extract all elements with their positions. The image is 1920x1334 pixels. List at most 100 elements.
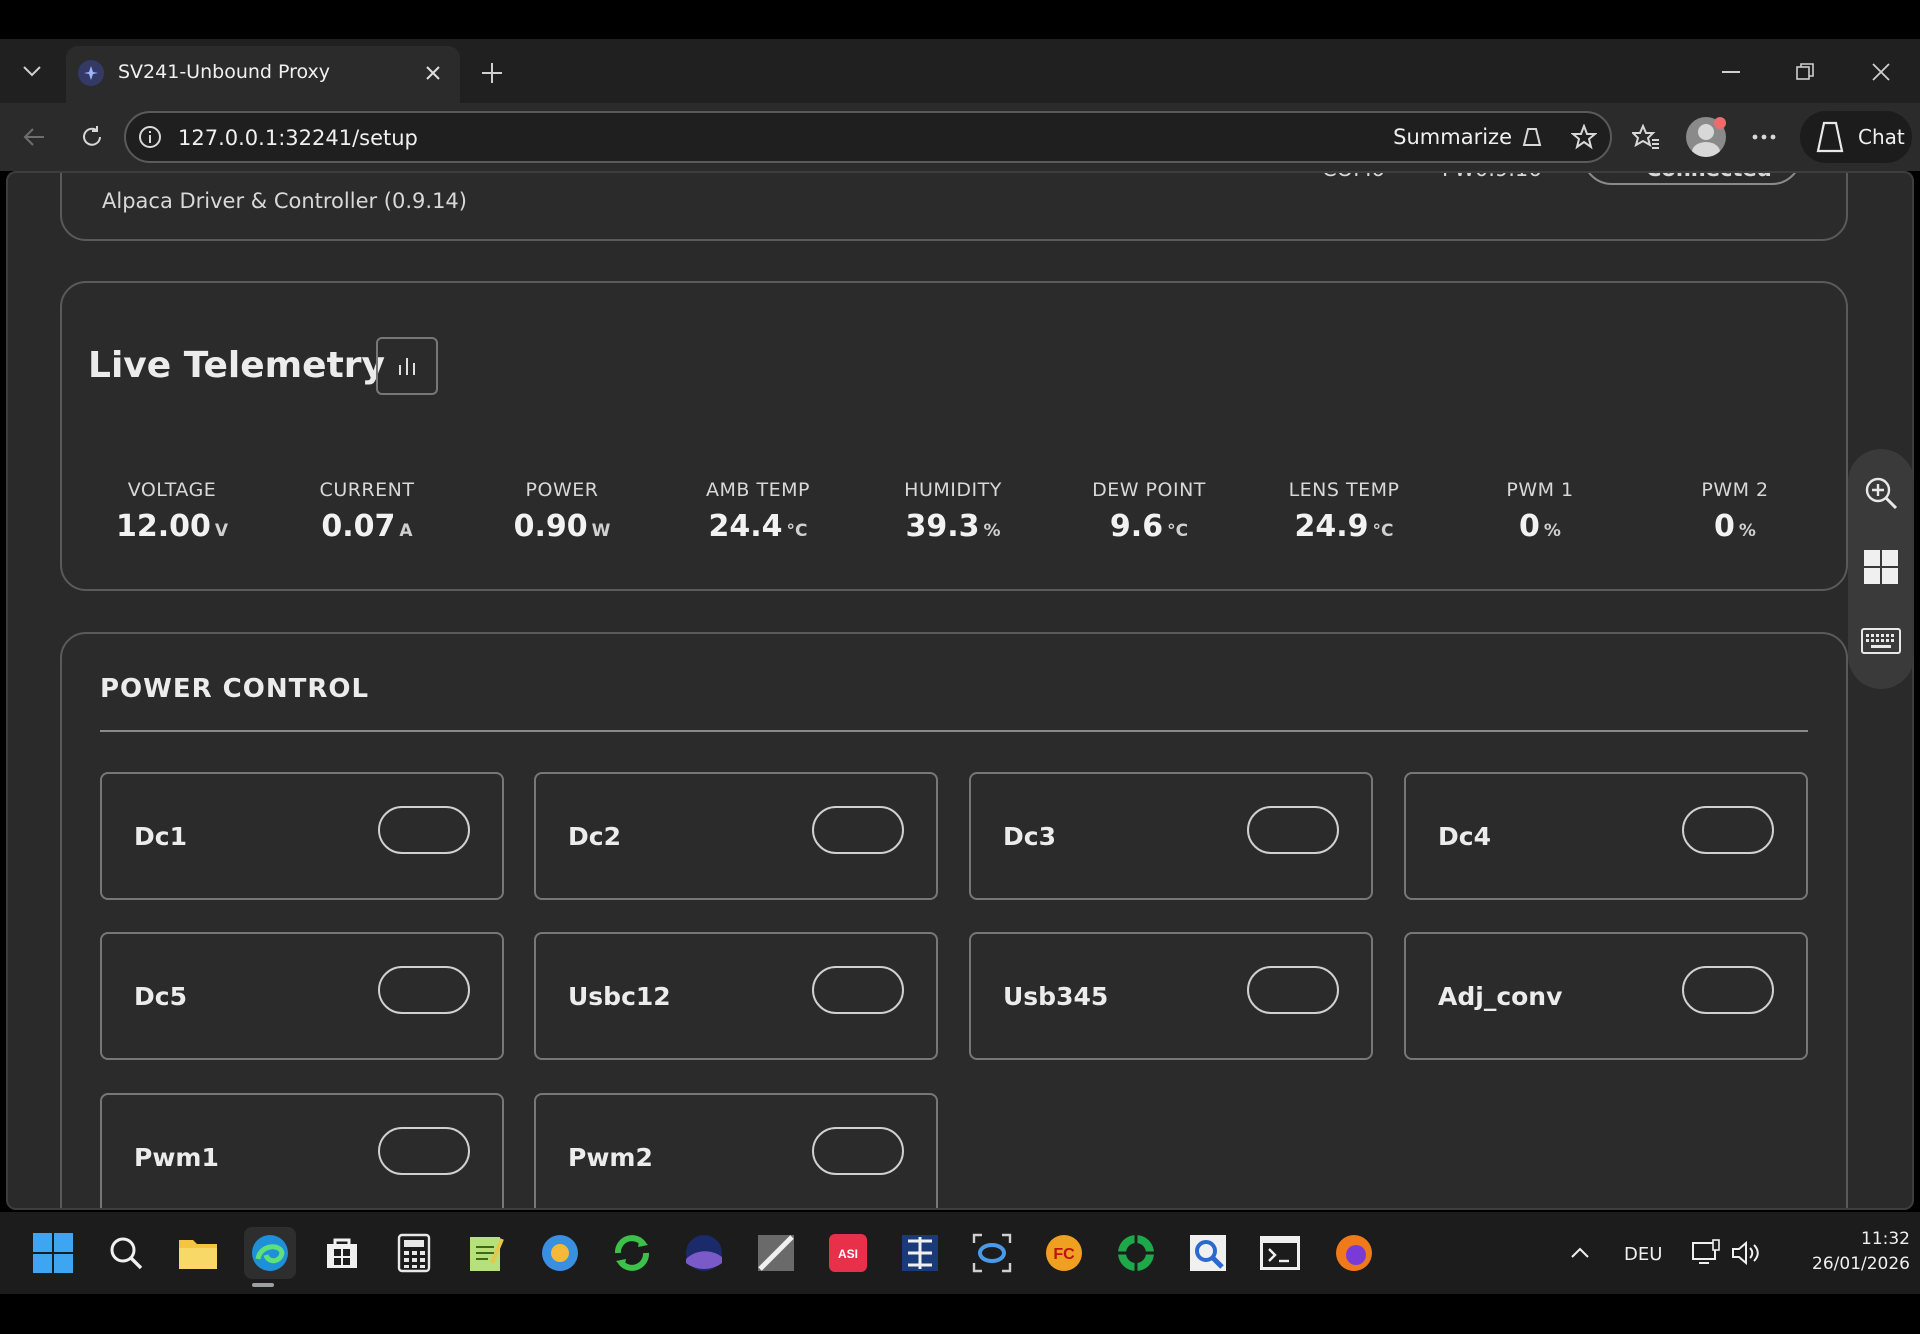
live-telemetry-card: Live Telemetry VOLTAGE 12.00 V CURRENT 0.… <box>60 281 1848 591</box>
channel-pwm1: Pwm1 <box>100 1093 504 1208</box>
tab-list-chevron-icon[interactable] <box>12 51 52 91</box>
channel-dc2: Dc2 <box>534 772 938 900</box>
tray-chevron-up-icon[interactable] <box>1554 1227 1606 1279</box>
sync-app-icon[interactable] <box>606 1227 658 1279</box>
input-language[interactable]: DEU <box>1624 1244 1662 1265</box>
metric-unit: W <box>591 521 611 541</box>
page-viewport: Alpaca Driver & Controller (0.9.14) COM6… <box>6 171 1914 1210</box>
site-info-icon[interactable] <box>136 123 164 151</box>
address-bar[interactable]: 127.0.0.1:32241/setup Summarize <box>124 111 1612 163</box>
clock-time[interactable]: 11:32 <box>1810 1229 1910 1249</box>
metric-label: VOLTAGE <box>127 479 217 501</box>
power-control-title: POWER CONTROL <box>100 674 370 704</box>
channel-label: Usbc12 <box>568 982 671 1011</box>
metric-voltage: VOLTAGE 12.00 V <box>82 479 262 544</box>
metric-label: HUMIDITY <box>904 479 1002 501</box>
asi-studio-icon[interactable]: ASI <box>822 1227 874 1279</box>
search-icon[interactable] <box>100 1227 152 1279</box>
focus-app-icon[interactable]: FC <box>1038 1227 1090 1279</box>
copilot-chat-icon <box>1816 121 1844 153</box>
favorites-icon[interactable] <box>1624 115 1668 159</box>
phd-guiding-icon[interactable] <box>894 1227 946 1279</box>
chart-toggle-button[interactable] <box>376 337 438 395</box>
channel-toggle[interactable] <box>812 966 904 1014</box>
site-favicon-icon <box>78 60 104 86</box>
channel-label: Dc4 <box>1438 822 1491 851</box>
tab-bar: SV241-Unbound Proxy <box>0 39 1920 103</box>
store-icon[interactable] <box>316 1227 368 1279</box>
channel-usbc12: Usbc12 <box>534 932 938 1060</box>
favorite-star-icon[interactable] <box>1568 121 1600 153</box>
calculator-icon[interactable] <box>388 1227 440 1279</box>
svg-text:FC: FC <box>1053 1246 1075 1263</box>
channel-adj-conv: Adj_conv <box>1404 932 1808 1060</box>
back-arrow-icon[interactable] <box>12 115 56 159</box>
metric-value: 9.6 °C <box>1109 509 1189 544</box>
metric-unit: V <box>214 521 229 541</box>
channel-toggle[interactable] <box>1682 806 1774 854</box>
channel-toggle[interactable] <box>812 1127 904 1175</box>
windows-taskbar: ASI FC DEU 11:32 26/01/2026 <box>0 1212 1920 1294</box>
new-tab-plus-icon[interactable] <box>472 53 512 93</box>
tab-title: SV241-Unbound Proxy <box>118 61 331 83</box>
copilot-chat-button[interactable]: Chat <box>1800 111 1912 163</box>
file-explorer-icon[interactable] <box>172 1227 224 1279</box>
channel-toggle[interactable] <box>1247 806 1339 854</box>
more-menu-icon[interactable] <box>1742 115 1786 159</box>
firefox-icon[interactable] <box>1328 1227 1380 1279</box>
metric-unit: % <box>1738 521 1756 541</box>
target-app-icon[interactable] <box>1110 1227 1162 1279</box>
channel-usb345: Usb345 <box>969 932 1373 1060</box>
keyboard-icon[interactable] <box>1861 621 1901 661</box>
clock-date[interactable]: 26/01/2026 <box>1780 1254 1910 1274</box>
channel-dc3: Dc3 <box>969 772 1373 900</box>
terminal-icon[interactable] <box>1254 1227 1306 1279</box>
tab-close-icon[interactable] <box>418 58 448 88</box>
metric-value: 39.3% <box>905 509 1001 544</box>
connection-status-button[interactable]: Connected <box>1582 173 1802 185</box>
channel-label: Dc2 <box>568 822 621 851</box>
summarize-button[interactable]: Summarize <box>1393 121 1546 153</box>
channel-toggle[interactable] <box>1682 966 1774 1014</box>
comet-app-icon[interactable] <box>750 1227 802 1279</box>
restore-icon[interactable] <box>1782 49 1828 95</box>
windows-start-icon[interactable] <box>27 1227 79 1279</box>
image-search-icon[interactable] <box>1182 1227 1234 1279</box>
channel-toggle[interactable] <box>1247 966 1339 1014</box>
telemetry-title: Live Telemetry <box>88 345 385 386</box>
stellarium-icon[interactable] <box>678 1227 730 1279</box>
magnifier-zoom-icon[interactable] <box>1861 473 1901 513</box>
camera-capture-icon[interactable] <box>966 1227 1018 1279</box>
sun-app-icon[interactable] <box>534 1227 586 1279</box>
reload-icon[interactable] <box>70 115 114 159</box>
minimize-icon[interactable] <box>1708 49 1754 95</box>
metric-lens-temp: LENS TEMP 24.9 °C <box>1254 479 1434 544</box>
channel-label: Pwm2 <box>568 1143 653 1172</box>
metric-unit: % <box>1543 521 1561 541</box>
channel-toggle[interactable] <box>378 806 470 854</box>
section-divider <box>100 730 1808 732</box>
start-grid-icon[interactable] <box>1861 547 1901 587</box>
close-window-icon[interactable] <box>1858 49 1904 95</box>
channel-toggle[interactable] <box>812 806 904 854</box>
metric-humidity: HUMIDITY 39.3% <box>863 479 1043 544</box>
notepad-plus-icon[interactable] <box>460 1227 512 1279</box>
metric-value: 24.4 °C <box>708 509 808 544</box>
metric-label: PWM 1 <box>1506 479 1574 501</box>
browser-tab[interactable]: SV241-Unbound Proxy <box>66 46 460 103</box>
metric-label: AMB TEMP <box>706 479 810 501</box>
volume-icon[interactable] <box>1720 1227 1772 1279</box>
metric-current: CURRENT 0.07 A <box>277 479 457 544</box>
metric-label: CURRENT <box>319 479 415 501</box>
metric-value: 24.9 °C <box>1294 509 1394 544</box>
browser-toolbar: 127.0.0.1:32241/setup Summarize Chat <box>0 103 1920 171</box>
driver-version-text: Alpaca Driver & Controller (0.9.14) <box>102 189 467 213</box>
channel-label: Dc1 <box>134 822 187 851</box>
chat-label: Chat <box>1858 125 1905 149</box>
channel-label: Usb345 <box>1003 982 1109 1011</box>
metric-label: PWM 2 <box>1701 479 1769 501</box>
channel-toggle[interactable] <box>378 1127 470 1175</box>
edge-browser-icon[interactable] <box>244 1227 296 1279</box>
channel-toggle[interactable] <box>378 966 470 1014</box>
metric-unit: °C <box>1372 521 1394 541</box>
